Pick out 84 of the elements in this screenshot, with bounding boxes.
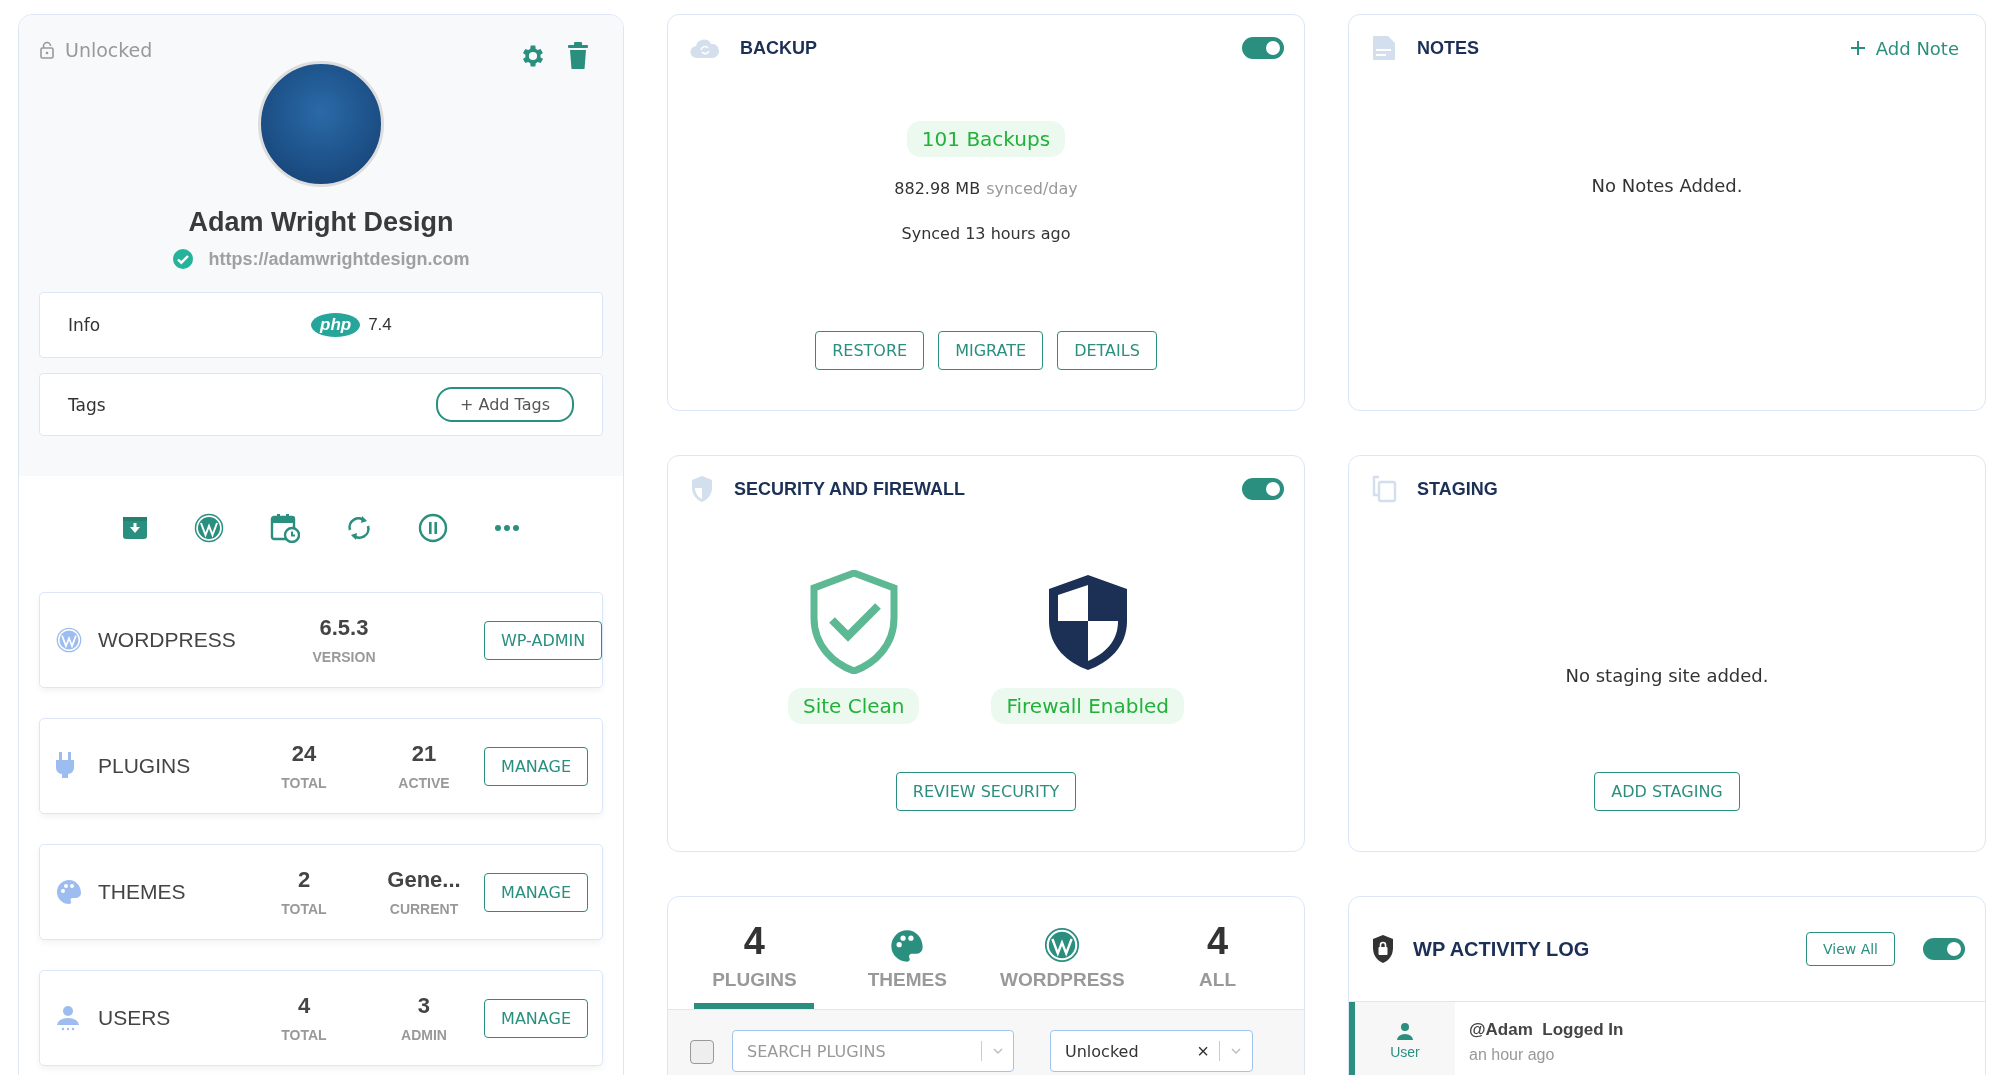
stat-label: TOTAL <box>281 775 327 791</box>
palette-icon <box>890 929 925 963</box>
user-role: User <box>1390 1044 1420 1060</box>
tags-label: Tags <box>68 394 106 415</box>
stat-label: CURRENT <box>389 901 459 917</box>
view-all-button[interactable]: View All <box>1805 932 1895 966</box>
stat-action-button[interactable]: WP-ADMIN <box>484 620 603 660</box>
empty-staging-message: No staging site added. <box>1565 665 1769 686</box>
info-label: Info <box>68 315 101 335</box>
backup-action-button[interactable]: RESTORE <box>815 331 925 370</box>
card-title: STAGING <box>1417 478 1499 500</box>
plug-icon <box>56 752 74 780</box>
security-status-badge: Firewall Enabled <box>991 688 1185 724</box>
stat-title: THEMES <box>97 880 187 904</box>
stat-label: ACTIVE <box>398 775 450 791</box>
lock-status[interactable]: Unlocked <box>39 39 153 61</box>
php-logo: php <box>311 313 361 337</box>
stat-label: ADMIN <box>401 1027 447 1043</box>
shield-check-icon <box>809 570 898 674</box>
shield-lock-icon <box>1371 934 1395 964</box>
stat-value: 24 <box>291 741 317 767</box>
stat-value: 21 <box>411 741 437 767</box>
select-all-checkbox[interactable] <box>690 1040 714 1064</box>
last-synced-text: Synced 13 hours ago <box>901 224 1071 243</box>
delete-icon[interactable] <box>567 42 589 70</box>
activity-log-toggle[interactable] <box>1923 938 1965 960</box>
backup-action-button[interactable]: MIGRATE <box>938 331 1044 370</box>
updates-tab[interactable]: THEMES <box>843 897 972 1009</box>
php-version: 7.4 <box>368 315 392 335</box>
user-icon <box>56 1005 80 1031</box>
updates-tab[interactable]: 4 ALL <box>1153 897 1282 1009</box>
stat-label: TOTAL <box>281 901 327 917</box>
backup-size: 882.98 MB <box>894 179 981 198</box>
pause-icon[interactable] <box>418 513 448 543</box>
status-filter-field[interactable]: Unlocked × <box>1050 1030 1253 1072</box>
stat-value: 3 <box>417 993 431 1019</box>
activity-time: an hour ago <box>1469 1046 1556 1064</box>
security-toggle[interactable] <box>1242 478 1284 500</box>
stat-value: 6.5.3 <box>319 615 369 641</box>
user-icon <box>1396 1022 1414 1040</box>
stat-action-button[interactable]: MANAGE <box>484 872 588 912</box>
stat-title: WORDPRESS <box>97 628 237 652</box>
backup-action-button[interactable]: DETAILS <box>1057 331 1157 370</box>
backup-size-unit: synced/day <box>986 179 1078 198</box>
card-title: SECURITY AND FIREWALL <box>734 478 966 500</box>
padlock-icon <box>39 41 55 59</box>
card-title: NOTES <box>1417 37 1480 59</box>
stat-title: PLUGINS <box>97 754 192 778</box>
card-title: BACKUP <box>740 37 818 59</box>
add-staging-button[interactable]: ADD STAGING <box>1594 772 1740 811</box>
calendar-clock-icon[interactable] <box>270 513 300 543</box>
add-tags-button[interactable]: + Add Tags <box>436 387 574 422</box>
wordpress-icon[interactable] <box>194 513 224 543</box>
archive-download-icon[interactable] <box>122 515 148 541</box>
backup-count-badge: 101 Backups <box>906 121 1066 157</box>
more-icon[interactable] <box>494 524 520 532</box>
card-title: WP ACTIVITY LOG <box>1413 937 1591 961</box>
updates-tab[interactable]: WORDPRESS <box>996 897 1129 1009</box>
activity-description: @Adam Logged In <box>1469 1020 1624 1040</box>
updates-tab[interactable]: 4 PLUGINS <box>690 897 819 1009</box>
document-icon <box>1371 34 1397 62</box>
wordpress-icon <box>1044 927 1081 963</box>
stat-label: TOTAL <box>281 1027 327 1043</box>
empty-notes-message: No Notes Added. <box>1591 175 1743 196</box>
site-name: Adam Wright Design <box>188 207 454 238</box>
palette-icon <box>56 879 82 905</box>
add-note-link[interactable]: Add Note <box>1849 37 1959 59</box>
backup-toggle[interactable] <box>1242 37 1284 59</box>
stat-value: 4 <box>297 993 311 1019</box>
search-plugins-field[interactable]: SEARCH PLUGINS <box>732 1030 1014 1072</box>
review-security-button[interactable]: REVIEW SECURITY <box>895 772 1077 811</box>
stat-action-button[interactable]: MANAGE <box>484 746 588 786</box>
plus-icon <box>1849 40 1866 56</box>
stat-value: 2 <box>297 867 311 893</box>
site-url-link[interactable]: https://adamwrightdesign.com <box>208 248 470 270</box>
cloud-sync-icon <box>690 37 720 59</box>
stat-label: VERSION <box>312 649 376 665</box>
security-status-badge: Site Clean <box>787 688 920 724</box>
stat-action-button[interactable]: MANAGE <box>484 998 588 1038</box>
stat-value: Gene... <box>387 867 461 893</box>
shield-icon <box>690 475 714 503</box>
stat-title: USERS <box>97 1006 172 1030</box>
wordpress-icon <box>56 627 82 653</box>
copy-icon <box>1371 475 1397 503</box>
